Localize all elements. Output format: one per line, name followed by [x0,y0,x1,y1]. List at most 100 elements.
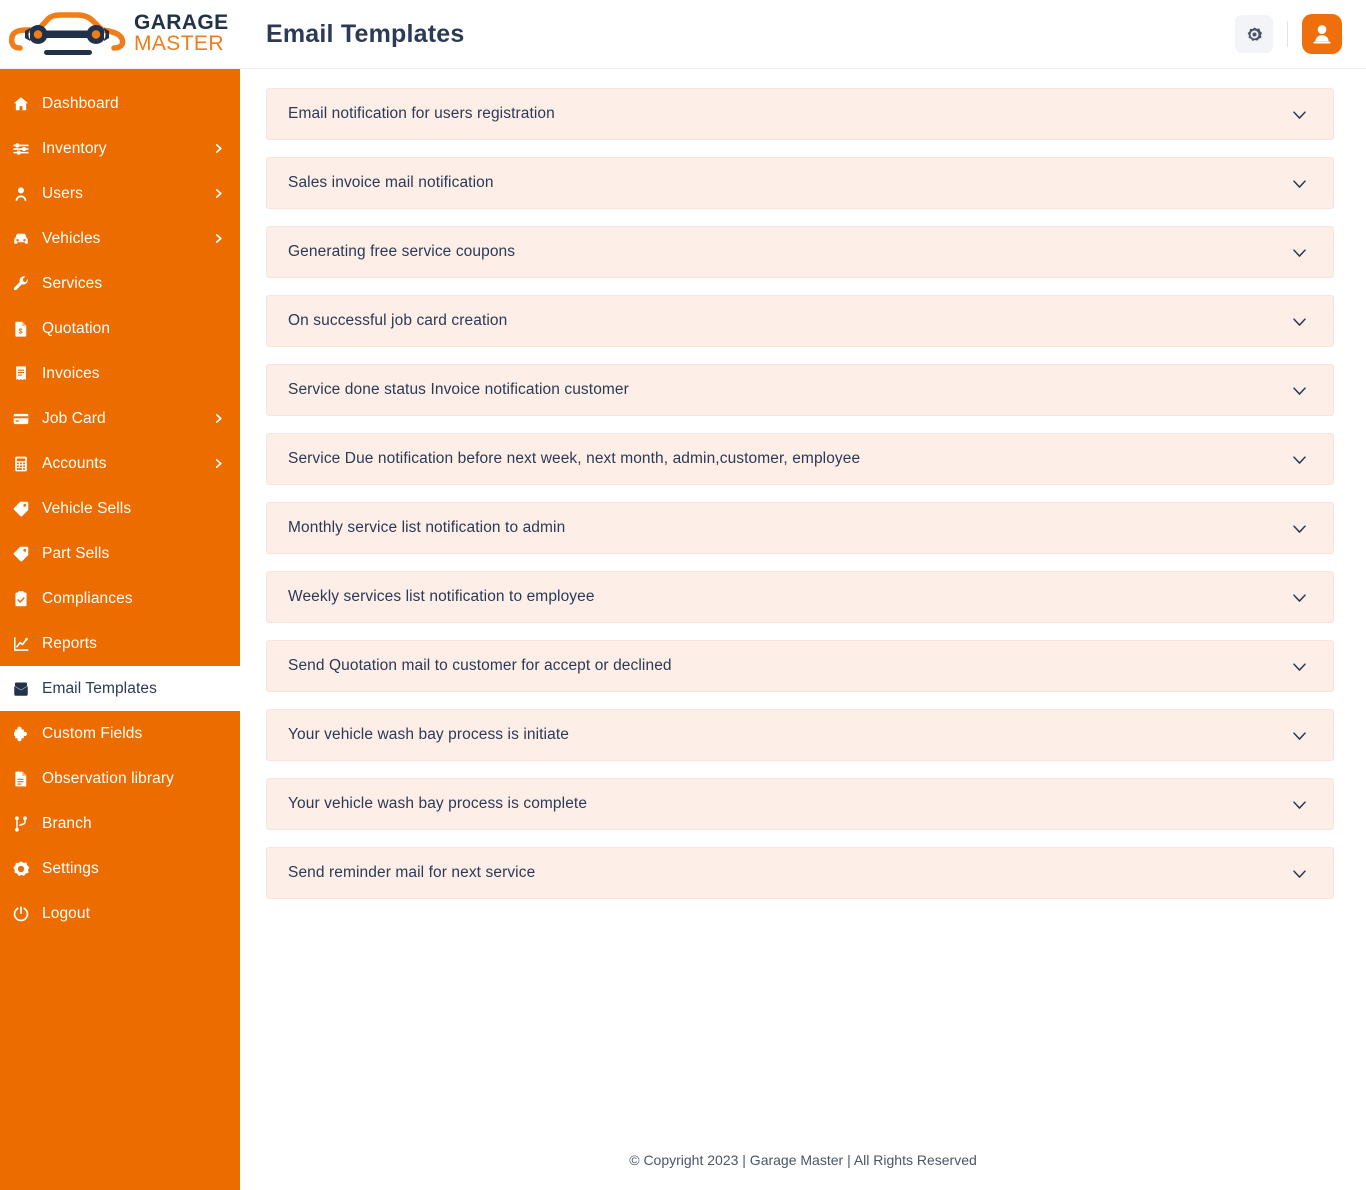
sidebar-item-services[interactable]: Services [0,261,240,306]
home-icon [12,95,42,113]
sidebar-item-label: Vehicles [42,229,101,247]
chevron-down-icon [1292,524,1306,533]
chevron-down-icon [1292,386,1306,395]
settings-button[interactable] [1235,15,1273,53]
email-template-accordion-item[interactable]: Weekly services list notification to emp… [266,571,1334,623]
gear-icon [1247,27,1262,41]
submenu-chevron[interactable] [212,458,224,470]
chevron-right-icon [215,189,222,198]
chevron-down-icon[interactable] [1289,380,1309,400]
chevron-down-icon[interactable] [1289,104,1309,124]
sidebar-item-part-sells[interactable]: Part Sells [0,531,240,576]
email-template-accordion-item[interactable]: Service Due notification before next wee… [266,433,1334,485]
sidebar-item-vehicle-sells[interactable]: Vehicle Sells [0,486,240,531]
topbar: Email Templates [240,0,1366,69]
accordion-label: Service Due notification before next wee… [288,450,861,467]
email-template-accordion-item[interactable]: Send reminder mail for next service [266,847,1334,899]
sidebar-item-label: Compliances [42,589,133,607]
receipt-icon [16,365,26,380]
email-template-accordion-item[interactable]: Your vehicle wash bay process is initiat… [266,709,1334,761]
chevron-down-icon[interactable] [1289,656,1309,676]
chevron-down-icon[interactable] [1289,173,1309,193]
sidebar-item-inventory[interactable]: Inventory [0,126,240,171]
email-template-accordion-item[interactable]: Monthly service list notification to adm… [266,502,1334,554]
sidebar-item-observation-library[interactable]: Observation library [0,756,240,801]
chevron-down-icon [1292,110,1306,119]
sidebar-item-accounts[interactable]: Accounts [0,441,240,486]
wrench-icon [12,275,42,293]
submenu-chevron[interactable] [212,233,224,245]
sidebar-item-label: Branch [42,814,92,832]
chevron-down-icon [1292,455,1306,464]
email-template-accordion-item[interactable]: Your vehicle wash bay process is complet… [266,778,1334,830]
email-template-accordion-item[interactable]: Sales invoice mail notification [266,157,1334,209]
sidebar-item-logout[interactable]: Logout [0,891,240,936]
chevron-down-icon [1292,248,1306,257]
chevron-down-icon[interactable] [1289,242,1309,262]
sidebar-item-label: Observation library [42,769,174,787]
sliders-icon [13,142,29,155]
chevron-down-icon [1292,869,1306,878]
chevron-down-icon [1292,317,1306,326]
sidebar-item-job-card[interactable]: Job Card [0,396,240,441]
email-template-accordion-item[interactable]: Service done status Invoice notification… [266,364,1334,416]
tag-icon [12,545,42,563]
puzzle-icon [12,725,42,743]
accordion-label: Service done status Invoice notification… [288,381,629,398]
tag-icon [13,501,29,517]
email-template-accordion-item[interactable]: On successful job card creation [266,295,1334,347]
chevron-down-icon[interactable] [1289,587,1309,607]
sidebar-item-label: Invoices [42,364,100,382]
chevron-down-icon[interactable] [1289,863,1309,883]
sidebar-item-branch[interactable]: Branch [0,801,240,846]
sliders-icon [12,140,42,158]
sidebar-item-label: Reports [42,634,97,652]
chevron-down-icon[interactable] [1289,449,1309,469]
puzzle-icon [14,726,27,741]
email-template-accordion-item[interactable]: Generating free service coupons [266,226,1334,278]
brand-name: GARAGE MASTER [134,11,229,57]
user-icon [15,186,27,201]
app-root: GARAGE MASTER Dashboard Inventory Users Veh… [0,0,1366,1190]
chevron-down-icon [1292,800,1306,809]
sidebar-item-label: Job Card [42,409,106,427]
sidebar-item-users[interactable]: Users [0,171,240,216]
sidebar-item-custom-fields[interactable]: Custom Fields [0,711,240,756]
email-template-accordion-item[interactable]: Email notification for users registratio… [266,88,1334,140]
chevron-down-icon[interactable] [1289,311,1309,331]
branch-icon [12,815,42,833]
accordion-label: Your vehicle wash bay process is complet… [288,795,588,812]
sidebar-item-label: Quotation [42,319,111,337]
accordion-label: Your vehicle wash bay process is initiat… [288,726,569,743]
chevron-down-icon[interactable] [1289,794,1309,814]
main-area: Email Templates Email notification for u… [240,0,1366,1190]
sidebar-item-quotation[interactable]: $ Quotation [0,306,240,351]
sidebar-item-dashboard[interactable]: Dashboard [0,81,240,126]
submenu-chevron[interactable] [212,143,224,155]
avatar[interactable] [1302,14,1342,54]
sidebar-item-compliances[interactable]: Compliances [0,576,240,621]
sidebar-item-email-templates[interactable]: Email Templates [0,666,240,711]
document-icon [12,770,42,788]
sidebar-item-vehicles[interactable]: Vehicles [0,216,240,261]
topbar-actions [1235,14,1342,54]
chevron-right-icon [215,414,222,423]
branch-icon [15,815,27,832]
submenu-chevron[interactable] [212,188,224,200]
sidebar-item-label: Users [42,184,83,202]
sidebar-item-reports[interactable]: Reports [0,621,240,666]
chart-line-icon [13,636,29,651]
sidebar-item-settings[interactable]: Settings [0,846,240,891]
chart-line-icon [12,635,42,653]
sidebar-item-invoices[interactable]: Invoices [0,351,240,396]
email-template-accordion-item[interactable]: Send Quotation mail to customer for acce… [266,640,1334,692]
footer: © Copyright 2023 | Garage Master | All R… [240,1130,1366,1190]
sidebar-item-label: Email Templates [42,679,157,697]
car-icon [14,233,28,244]
chevron-down-icon[interactable] [1289,518,1309,538]
chevron-down-icon[interactable] [1289,725,1309,745]
submenu-chevron[interactable] [212,413,224,425]
wrench-icon [13,275,28,290]
accordion-label: Send Quotation mail to customer for acce… [288,657,672,674]
brand-logo[interactable]: GARAGE MASTER [0,0,240,69]
